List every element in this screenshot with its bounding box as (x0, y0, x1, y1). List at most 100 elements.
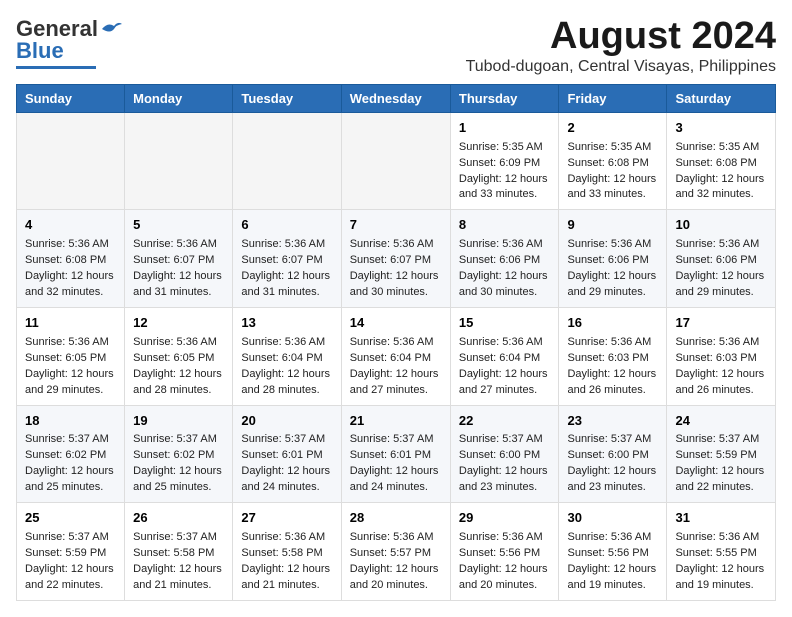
day-number: 13 (241, 314, 332, 333)
calendar-cell: 9 Sunrise: 5:36 AM Sunset: 6:06 PM Daylig… (559, 210, 667, 308)
day-number: 17 (675, 314, 767, 333)
calendar-cell: 27 Sunrise: 5:36 AM Sunset: 5:58 PM Dayli… (233, 503, 341, 601)
day-number: 28 (350, 509, 442, 528)
calendar-week-2: 4Sunrise: 5:36 AM Sunset: 6:08 PM Daylig… (17, 210, 776, 308)
calendar-cell: 8Sunrise: 5:36 AM Sunset: 6:06 PM Daylig… (450, 210, 559, 308)
day-info: Sunrise: 5:36 AM Sunset: 6:08 PM Dayligh… (25, 237, 116, 301)
logo: General Blue (16, 16, 124, 69)
day-number: 21 (350, 412, 442, 431)
day-number: 7 (350, 216, 442, 235)
day-number: 12 (133, 314, 224, 333)
calendar-header-row: SundayMondayTuesdayWednesdayThursdayFrid… (17, 84, 776, 112)
day-number: 19 (133, 412, 224, 431)
day-number: 24 (675, 412, 767, 431)
calendar-cell: 15 Sunrise: 5:36 AM Sunset: 6:04 PM Dayli… (450, 307, 559, 405)
weekday-header-monday: Monday (125, 84, 233, 112)
calendar-week-3: 11 Sunrise: 5:36 AM Sunset: 6:05 PM Dayli… (17, 307, 776, 405)
day-info: Sunrise: 5:35 AM Sunset: 6:08 PM Dayligh… (567, 140, 658, 204)
day-number: 14 (350, 314, 442, 333)
calendar-week-5: 25 Sunrise: 5:37 AM Sunset: 5:59 PM Dayli… (17, 503, 776, 601)
calendar-cell: 25 Sunrise: 5:37 AM Sunset: 5:59 PM Dayli… (17, 503, 125, 601)
weekday-header-saturday: Saturday (667, 84, 776, 112)
day-info: Sunrise: 5:37 AM Sunset: 5:59 PM Dayligh… (675, 432, 767, 496)
day-number: 23 (567, 412, 658, 431)
weekday-header-friday: Friday (559, 84, 667, 112)
calendar-cell: 10 Sunrise: 5:36 AM Sunset: 6:06 PM Dayli… (667, 210, 776, 308)
day-info: Sunrise: 5:36 AM Sunset: 6:05 PM Dayligh… (133, 335, 224, 399)
day-info: Sunrise: 5:36 AM Sunset: 6:03 PM Dayligh… (567, 335, 658, 399)
day-info: Sunrise: 5:36 AM Sunset: 5:56 PM Dayligh… (459, 530, 551, 594)
day-number: 5 (133, 216, 224, 235)
calendar-cell: 23Sunrise: 5:37 AM Sunset: 6:00 PM Dayli… (559, 405, 667, 503)
calendar-cell: 29 Sunrise: 5:36 AM Sunset: 5:56 PM Dayli… (450, 503, 559, 601)
logo-divider (16, 66, 96, 69)
day-number: 15 (459, 314, 551, 333)
day-number: 11 (25, 314, 116, 333)
calendar-cell: 4Sunrise: 5:36 AM Sunset: 6:08 PM Daylig… (17, 210, 125, 308)
calendar-cell: 14 Sunrise: 5:36 AM Sunset: 6:04 PM Dayli… (341, 307, 450, 405)
calendar-week-4: 18Sunrise: 5:37 AM Sunset: 6:02 PM Dayli… (17, 405, 776, 503)
calendar-cell: 20Sunrise: 5:37 AM Sunset: 6:01 PM Dayli… (233, 405, 341, 503)
subtitle: Tubod-dugoan, Central Visayas, Philippin… (466, 58, 776, 76)
calendar-cell (17, 112, 125, 210)
day-number: 27 (241, 509, 332, 528)
calendar-cell: 31 Sunrise: 5:36 AM Sunset: 5:55 PM Dayli… (667, 503, 776, 601)
calendar-cell: 17Sunrise: 5:36 AM Sunset: 6:03 PM Dayli… (667, 307, 776, 405)
day-info: Sunrise: 5:36 AM Sunset: 6:04 PM Dayligh… (459, 335, 551, 399)
day-info: Sunrise: 5:36 AM Sunset: 5:57 PM Dayligh… (350, 530, 442, 594)
day-info: Sunrise: 5:36 AM Sunset: 6:04 PM Dayligh… (350, 335, 442, 399)
day-number: 25 (25, 509, 116, 528)
calendar-cell: 2 Sunrise: 5:35 AM Sunset: 6:08 PM Daylig… (559, 112, 667, 210)
day-info: Sunrise: 5:37 AM Sunset: 6:02 PM Dayligh… (133, 432, 224, 496)
day-info: Sunrise: 5:36 AM Sunset: 6:04 PM Dayligh… (241, 335, 332, 399)
calendar-cell: 13 Sunrise: 5:36 AM Sunset: 6:04 PM Dayli… (233, 307, 341, 405)
day-info: Sunrise: 5:36 AM Sunset: 6:06 PM Dayligh… (567, 237, 658, 301)
day-number: 10 (675, 216, 767, 235)
day-number: 22 (459, 412, 551, 431)
calendar-cell (125, 112, 233, 210)
calendar-table: SundayMondayTuesdayWednesdayThursdayFrid… (16, 84, 776, 601)
weekday-header-sunday: Sunday (17, 84, 125, 112)
day-info: Sunrise: 5:35 AM Sunset: 6:09 PM Dayligh… (459, 140, 551, 204)
calendar-cell (233, 112, 341, 210)
weekday-header-wednesday: Wednesday (341, 84, 450, 112)
day-info: Sunrise: 5:36 AM Sunset: 5:58 PM Dayligh… (241, 530, 332, 594)
calendar-cell: 12 Sunrise: 5:36 AM Sunset: 6:05 PM Dayli… (125, 307, 233, 405)
day-number: 31 (675, 509, 767, 528)
day-info: Sunrise: 5:35 AM Sunset: 6:08 PM Dayligh… (675, 140, 767, 204)
day-info: Sunrise: 5:36 AM Sunset: 6:07 PM Dayligh… (350, 237, 442, 301)
day-info: Sunrise: 5:37 AM Sunset: 6:01 PM Dayligh… (350, 432, 442, 496)
calendar-cell: 3Sunrise: 5:35 AM Sunset: 6:08 PM Daylig… (667, 112, 776, 210)
logo-bird-icon (100, 20, 122, 38)
calendar-cell: 18Sunrise: 5:37 AM Sunset: 6:02 PM Dayli… (17, 405, 125, 503)
calendar-cell: 26Sunrise: 5:37 AM Sunset: 5:58 PM Dayli… (125, 503, 233, 601)
calendar-cell: 22Sunrise: 5:37 AM Sunset: 6:00 PM Dayli… (450, 405, 559, 503)
day-number: 16 (567, 314, 658, 333)
calendar-cell: 21Sunrise: 5:37 AM Sunset: 6:01 PM Dayli… (341, 405, 450, 503)
weekday-header-thursday: Thursday (450, 84, 559, 112)
calendar-cell (341, 112, 450, 210)
day-info: Sunrise: 5:36 AM Sunset: 5:55 PM Dayligh… (675, 530, 767, 594)
title-section: August 2024 Tubod-dugoan, Central Visaya… (466, 16, 776, 76)
day-info: Sunrise: 5:36 AM Sunset: 6:07 PM Dayligh… (133, 237, 224, 301)
day-info: Sunrise: 5:36 AM Sunset: 6:06 PM Dayligh… (675, 237, 767, 301)
day-number: 2 (567, 119, 658, 138)
day-number: 30 (567, 509, 658, 528)
logo-blue-text: Blue (16, 38, 64, 64)
calendar-cell: 1 Sunrise: 5:35 AM Sunset: 6:09 PM Daylig… (450, 112, 559, 210)
main-title: August 2024 (466, 16, 776, 58)
day-number: 29 (459, 509, 551, 528)
day-number: 18 (25, 412, 116, 431)
page-header: General Blue August 2024 Tubod-dugoan, C… (16, 16, 776, 76)
day-info: Sunrise: 5:37 AM Sunset: 6:02 PM Dayligh… (25, 432, 116, 496)
day-info: Sunrise: 5:37 AM Sunset: 5:58 PM Dayligh… (133, 530, 224, 594)
day-number: 1 (459, 119, 551, 138)
calendar-cell: 11Sunrise: 5:36 AM Sunset: 6:05 PM Dayli… (17, 307, 125, 405)
day-info: Sunrise: 5:37 AM Sunset: 5:59 PM Dayligh… (25, 530, 116, 594)
day-info: Sunrise: 5:36 AM Sunset: 6:06 PM Dayligh… (459, 237, 551, 301)
day-number: 6 (241, 216, 332, 235)
day-number: 9 (567, 216, 658, 235)
day-number: 20 (241, 412, 332, 431)
day-info: Sunrise: 5:37 AM Sunset: 6:01 PM Dayligh… (241, 432, 332, 496)
calendar-cell: 5 Sunrise: 5:36 AM Sunset: 6:07 PM Daylig… (125, 210, 233, 308)
